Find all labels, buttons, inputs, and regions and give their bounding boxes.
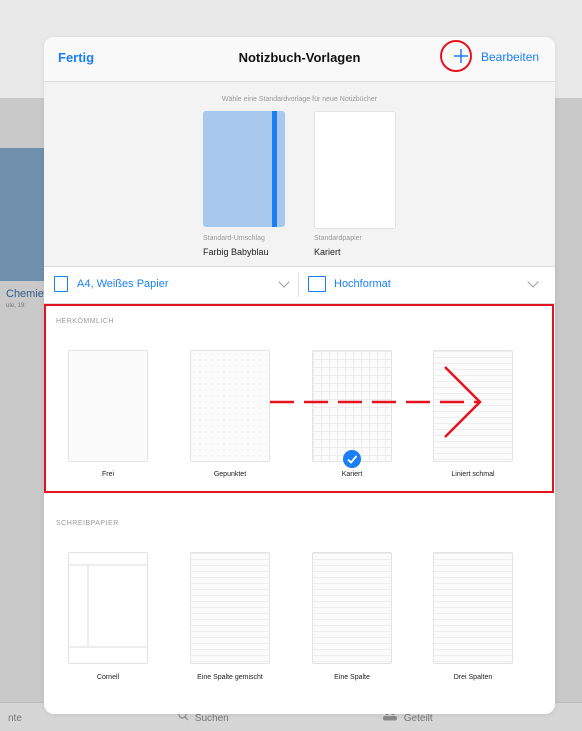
template-cornell[interactable]: [68, 552, 148, 664]
template-label: Eine Spalte gemischt: [197, 674, 263, 681]
annotation-highlight-box: [44, 304, 554, 493]
default-template-hint: Wähle eine Standardvorlage für neue Noti…: [221, 96, 378, 103]
paper-size-icon: [54, 276, 68, 292]
default-paper-caption: Standardpapier: [314, 235, 362, 242]
annotation-circle: [440, 40, 472, 72]
template-eine-spalte-gemischt[interactable]: [190, 552, 270, 664]
default-paper-value: Kariert: [314, 247, 341, 257]
template-label: Drei Spalten: [453, 674, 493, 681]
background-tab-label: Geteilt: [403, 713, 433, 724]
template-label: Eine Spalte: [334, 674, 370, 681]
sheet-title: Notizbuch-Vorlagen: [238, 50, 361, 65]
edit-button[interactable]: Bearbeiten: [481, 50, 539, 64]
background-tab-label: Suchen: [194, 713, 229, 724]
template-drei-spalten[interactable]: [433, 552, 513, 664]
section-title-writing-paper: SCHREIBPAPIER: [56, 520, 119, 527]
paper-size-label: A4, Weißes Papier: [77, 278, 169, 290]
default-cover-preview[interactable]: [203, 111, 285, 227]
background-tab-label: nte: [8, 713, 22, 724]
paper-size-selector[interactable]: A4, Weißes Papier: [44, 267, 298, 303]
paper-selectors: A4, Weißes Papier Hochformat: [44, 266, 555, 304]
cover-band: [272, 111, 277, 227]
background-notebook-subtitle: ute, 19:: [6, 303, 27, 309]
default-cover-value: Farbig Babyblau: [203, 247, 269, 257]
navigation-bar: Fertig Notizbuch-Vorlagen Bearbeiten: [44, 37, 555, 82]
chevron-down-icon: [527, 276, 539, 288]
orientation-icon: [308, 276, 326, 292]
background-notebook-cover: [0, 148, 44, 281]
template-label: Cornell: [96, 674, 120, 681]
orientation-label: Hochformat: [334, 278, 391, 290]
default-templates-area: Wähle eine Standardvorlage für neue Noti…: [44, 82, 555, 266]
default-paper-preview[interactable]: [314, 111, 396, 229]
background-notebook-title: Chemie: [6, 288, 44, 300]
background-tab-documents: nte: [8, 713, 22, 724]
chevron-down-icon: [278, 276, 290, 288]
default-cover-caption: Standard-Umschlag: [203, 235, 265, 242]
template-eine-spalte[interactable]: [312, 552, 392, 664]
orientation-selector[interactable]: Hochformat: [299, 267, 555, 303]
